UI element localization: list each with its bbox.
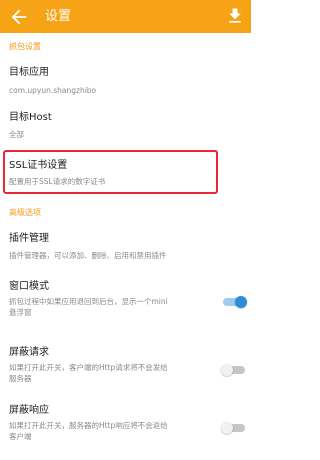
setting-subtitle-line1: 如果打开此开关，服务器的Http响应将不会返给 — [9, 421, 168, 430]
setting-block-request[interactable]: 屏蔽请求 如果打开此开关，客户端的Http请求将不会发给 服务器 — [0, 338, 251, 390]
setting-plugin-manager[interactable]: 插件管理 插件管理器，可以添加、删除、启用和禁用插件 — [0, 224, 251, 268]
setting-title: 目标应用 — [9, 67, 49, 78]
setting-subtitle-line2: 服务器 — [9, 374, 32, 383]
window-mode-toggle[interactable] — [221, 296, 247, 308]
setting-subtitle-line2: 悬浮窗 — [9, 308, 32, 317]
setting-subtitle: 全部 — [9, 130, 24, 139]
arrow-left-icon[interactable] — [8, 6, 30, 28]
setting-subtitle-line1: 如果打开此开关，客户端的Http请求将不会发给 — [9, 363, 168, 372]
section-header-capture: 抓包设置 — [9, 42, 41, 51]
settings-screen: 设置 抓包设置 目标应用 com.upyun.shangzhibo 目标Host… — [0, 0, 251, 460]
toggle-thumb — [221, 422, 233, 434]
setting-subtitle-line2: 客户端 — [9, 432, 32, 441]
toggle-thumb — [221, 364, 233, 376]
setting-subtitle-line1: 抓包过程中如果应用退回到后台，显示一个mini — [9, 297, 168, 306]
block-request-toggle[interactable] — [221, 364, 247, 376]
setting-target-host[interactable]: 目标Host 全部 — [0, 104, 251, 148]
setting-subtitle: 插件管理器，可以添加、删除、启用和禁用插件 — [9, 251, 167, 260]
setting-title: 目标Host — [9, 112, 52, 123]
setting-title: 屏蔽请求 — [9, 347, 49, 358]
page-title: 设置 — [45, 9, 72, 24]
download-icon[interactable] — [225, 5, 245, 27]
setting-window-mode[interactable]: 窗口模式 抓包过程中如果应用退回到后台，显示一个mini 悬浮窗 — [0, 272, 251, 324]
setting-subtitle: com.upyun.shangzhibo — [9, 86, 97, 95]
section-header-advanced: 高级选项 — [9, 208, 41, 217]
setting-title: 屏蔽响应 — [9, 405, 49, 416]
setting-target-app[interactable]: 目标应用 com.upyun.shangzhibo — [0, 58, 251, 102]
highlight-box — [3, 150, 218, 194]
toggle-thumb — [235, 296, 247, 308]
setting-title: 窗口模式 — [9, 281, 49, 292]
block-response-toggle[interactable] — [221, 422, 247, 434]
setting-title: 插件管理 — [9, 233, 49, 244]
app-bar: 设置 — [0, 0, 251, 33]
setting-block-response[interactable]: 屏蔽响应 如果打开此开关，服务器的Http响应将不会返给 客户端 — [0, 396, 251, 448]
